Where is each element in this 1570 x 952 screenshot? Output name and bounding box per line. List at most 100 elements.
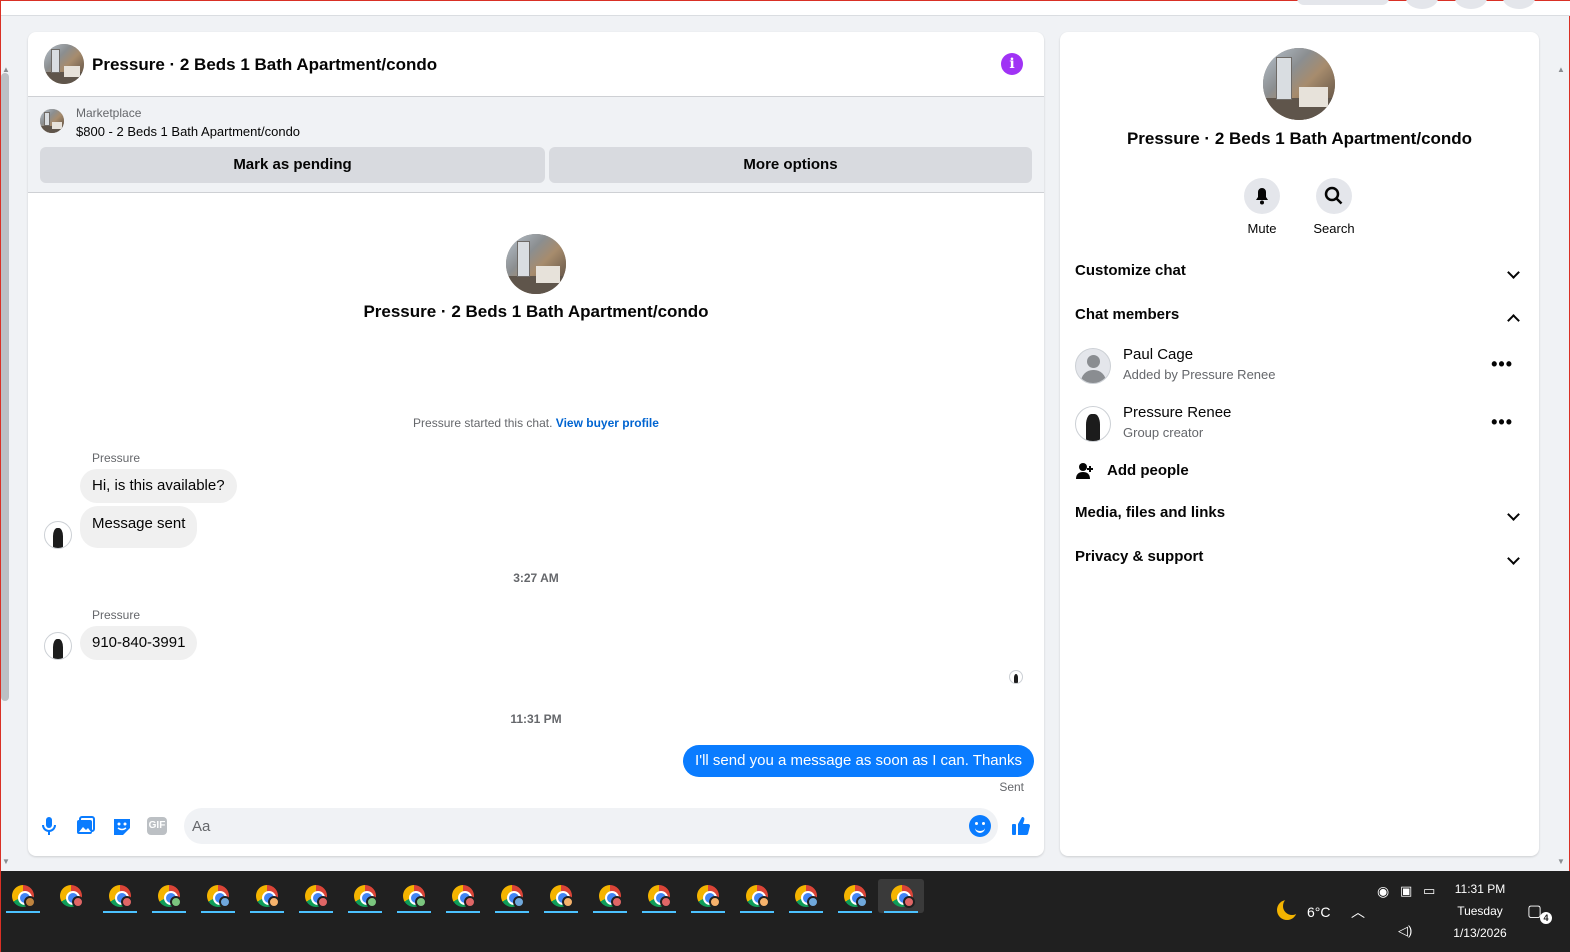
seen-avatar — [1009, 670, 1023, 684]
clock-day[interactable]: Tuesday — [1447, 904, 1513, 918]
composer: GIF — [28, 802, 1044, 856]
scroll-down-arrow[interactable]: ▼ — [2, 857, 10, 866]
message-bubble[interactable]: Hi, is this available? — [80, 469, 237, 503]
listing-price[interactable]: $800 - 2 Beds 1 Bath Apartment/condo — [76, 124, 300, 139]
sender-avatar[interactable] — [44, 632, 72, 660]
chevron-down-icon[interactable] — [1501, 262, 1525, 286]
left-scrollbar[interactable] — [1, 73, 9, 701]
chat-header: Pressure · 2 Beds 1 Bath Apartment/condo… — [28, 32, 1044, 97]
member-subtitle: Group creator — [1123, 425, 1204, 440]
chrome-taskbar-icon[interactable] — [835, 879, 873, 913]
weather-temp[interactable]: 6°C — [1307, 904, 1331, 920]
search-icon[interactable] — [1316, 178, 1352, 214]
side-listing-photo[interactable] — [1263, 48, 1335, 120]
network-icon[interactable]: ▭ — [1423, 883, 1435, 899]
photo-icon[interactable] — [74, 815, 96, 837]
chat-panel: Pressure · 2 Beds 1 Bath Apartment/condo… — [28, 32, 1044, 856]
notification-count: 4 — [1540, 912, 1552, 924]
chrome-taskbar-icon[interactable] — [737, 879, 775, 913]
top-circle-button[interactable] — [1455, 0, 1487, 9]
more-options-button[interactable]: More options — [549, 147, 1032, 183]
privacy-section[interactable]: Privacy & support — [1075, 548, 1525, 572]
taskbar — [1, 871, 1570, 952]
chevron-down-icon[interactable] — [1501, 548, 1525, 572]
listing-photo[interactable] — [44, 44, 84, 84]
chrome-taskbar-icon[interactable] — [443, 879, 481, 913]
center-listing-photo[interactable] — [506, 234, 566, 294]
chevron-up-icon[interactable]: ︿ — [1351, 902, 1365, 922]
message-input[interactable] — [192, 808, 952, 844]
browser-top-strip — [1, 0, 1570, 16]
chrome-taskbar-icon[interactable] — [149, 879, 187, 913]
chevron-down-icon[interactable] — [1501, 504, 1525, 528]
customize-chat-section[interactable]: Customize chat — [1075, 262, 1525, 286]
timestamp: 3:27 AM — [513, 571, 559, 585]
mute-action[interactable]: Mute — [1232, 178, 1292, 236]
top-pill[interactable] — [1297, 0, 1389, 5]
sender-name: Pressure — [92, 608, 141, 622]
record-icon[interactable]: ◉ — [1377, 883, 1389, 900]
sent-message-bubble[interactable]: I'll send you a message as soon as I can… — [683, 745, 1034, 777]
chrome-taskbar-icon[interactable] — [198, 879, 236, 913]
chrome-taskbar-icon[interactable] — [394, 879, 432, 913]
media-label: Media, files and links — [1075, 504, 1226, 521]
sticker-icon[interactable] — [111, 815, 133, 837]
timestamp: 11:31 PM — [510, 712, 562, 726]
chat-members-section[interactable]: Chat members — [1075, 306, 1525, 330]
chrome-taskbar-icon-active[interactable] — [878, 879, 924, 913]
member-name: Paul Cage — [1123, 346, 1194, 363]
more-icon[interactable]: ••• — [1491, 412, 1513, 433]
member-row[interactable]: Paul Cage Added by Pressure Renee ••• — [1075, 346, 1525, 388]
chat-info-panel: Pressure · 2 Beds 1 Bath Apartment/condo… — [1060, 32, 1539, 856]
profile-avatar[interactable] — [1503, 0, 1535, 9]
center-title: Pressure · 2 Beds 1 Bath Apartment/condo — [363, 302, 709, 321]
like-icon[interactable] — [1010, 815, 1032, 837]
chrome-taskbar-icon[interactable] — [247, 879, 285, 913]
clock-time[interactable]: 11:31 PM — [1447, 882, 1513, 896]
avatar[interactable] — [1075, 348, 1111, 384]
message-input-wrap — [184, 808, 998, 844]
top-circle-button[interactable] — [1406, 0, 1438, 9]
info-icon[interactable]: i — [1001, 53, 1023, 75]
scroll-up-arrow[interactable]: ▲ — [1557, 65, 1565, 74]
chrome-taskbar-icon[interactable] — [786, 879, 824, 913]
scroll-down-arrow[interactable]: ▼ — [1557, 857, 1565, 866]
chrome-taskbar-icon[interactable] — [688, 879, 726, 913]
bell-icon[interactable] — [1244, 178, 1280, 214]
chrome-taskbar-icon[interactable] — [51, 879, 89, 913]
volume-icon[interactable]: ◁) — [1398, 923, 1412, 939]
member-row[interactable]: Pressure Renee Group creator ••• — [1075, 404, 1525, 446]
view-buyer-profile-link[interactable]: View buyer profile — [556, 416, 659, 430]
sent-status: Sent — [999, 780, 1024, 794]
chrome-taskbar-icon[interactable] — [345, 879, 383, 913]
search-action[interactable]: Search — [1304, 178, 1364, 236]
mark-pending-button[interactable]: Mark as pending — [40, 147, 545, 183]
chrome-taskbar-icon[interactable] — [100, 879, 138, 913]
chevron-up-icon[interactable] — [1501, 306, 1525, 330]
chrome-taskbar-icon[interactable] — [590, 879, 628, 913]
gif-icon[interactable]: GIF — [146, 815, 168, 837]
chat-title[interactable]: Pressure · 2 Beds 1 Bath Apartment/condo — [92, 55, 437, 75]
message-bubble[interactable]: 910-840-3991 — [80, 626, 198, 660]
side-title: Pressure · 2 Beds 1 Bath Apartment/condo — [1126, 129, 1473, 148]
customize-chat-label: Customize chat — [1075, 262, 1186, 279]
clock-date[interactable]: 1/13/2026 — [1447, 926, 1513, 940]
chrome-taskbar-icon[interactable] — [296, 879, 334, 913]
listing-thumbnail[interactable] — [40, 109, 64, 133]
chrome-taskbar-icon[interactable] — [541, 879, 579, 913]
media-section[interactable]: Media, files and links — [1075, 504, 1525, 528]
message-bubble[interactable]: Message sent — [80, 506, 198, 548]
more-icon[interactable]: ••• — [1491, 354, 1513, 375]
chrome-taskbar-icon[interactable] — [3, 879, 41, 913]
emoji-icon[interactable] — [969, 815, 991, 837]
chrome-taskbar-icon[interactable] — [639, 879, 677, 913]
sender-avatar[interactable] — [44, 521, 72, 549]
microphone-icon[interactable] — [38, 815, 60, 837]
mute-label: Mute — [1247, 221, 1277, 236]
avatar[interactable] — [1075, 406, 1111, 442]
camera-icon[interactable]: ▣ — [1400, 883, 1412, 899]
member-name: Pressure Renee — [1123, 404, 1232, 421]
started-text: Pressure started this chat. — [413, 416, 553, 430]
chrome-taskbar-icon[interactable] — [492, 879, 530, 913]
marketplace-label: Marketplace — [76, 106, 142, 120]
